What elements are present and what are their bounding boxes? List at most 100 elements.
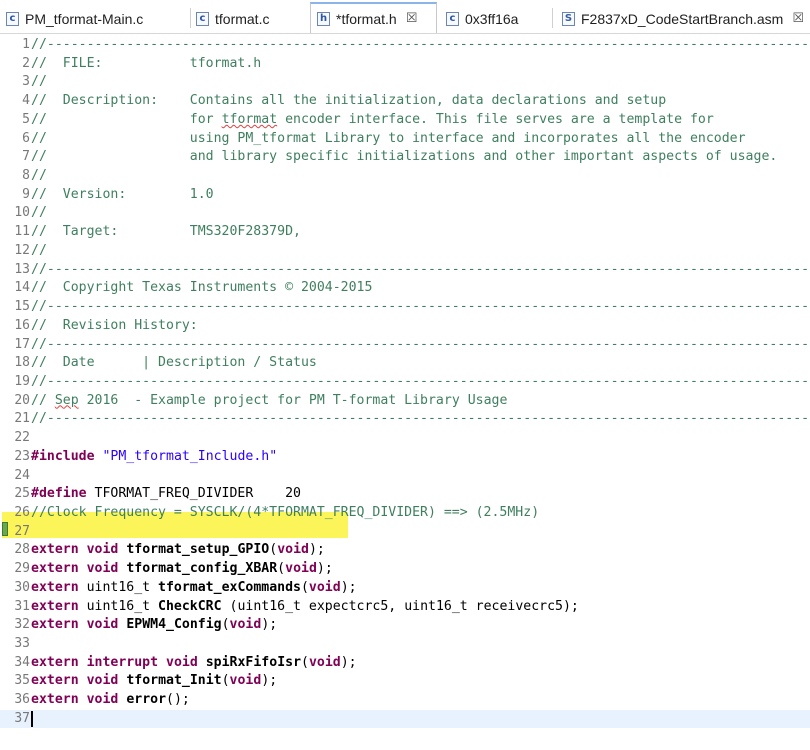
- code-token: //--------------------------------------…: [31, 37, 810, 52]
- tab-tformat-h[interactable]: h *tformat.h ☒: [310, 2, 437, 33]
- code-token: void: [285, 561, 317, 577]
- code-token: tformat_config_XBAR: [126, 561, 278, 577]
- code-line[interactable]: 12//: [0, 242, 810, 260]
- code-token: extern: [31, 561, 79, 577]
- code-token: );: [308, 542, 325, 558]
- line-code: extern uint16_t tformat_exCommands(void)…: [31, 579, 357, 597]
- line-number: 2: [22, 55, 30, 71]
- code-line[interactable]: 18// Date | Description / Status: [0, 354, 810, 372]
- code-line[interactable]: 26//Clock Frequency = SYSCLK/(4*TFORMAT_…: [0, 504, 810, 522]
- line-number: 30: [14, 579, 30, 595]
- tab-label: tformat.c: [215, 10, 270, 27]
- code-token: #define: [31, 486, 87, 502]
- line-number: 32: [14, 617, 30, 633]
- code-line[interactable]: 3//: [0, 73, 810, 91]
- code-line[interactable]: 30 extern uint16_t tformat_exCommands(voi…: [0, 579, 810, 597]
- code-token: extern: [31, 579, 79, 595]
- line-code: // Target: TMS320F28379D,: [31, 223, 301, 241]
- code-line[interactable]: 7// and library specific initializations…: [0, 148, 810, 166]
- editor-tab-bar: c PM_tformat-Main.c c tformat.c h *tform…: [0, 0, 810, 34]
- line-code: // Revision History:: [31, 317, 198, 335]
- line-number: 7: [22, 149, 30, 165]
- code-token: 2016 - Example project for PM T-format L…: [78, 392, 508, 408]
- code-line[interactable]: 15//------------------------------------…: [0, 298, 810, 316]
- code-token: extern: [31, 654, 79, 670]
- code-token: );: [261, 617, 278, 633]
- code-token: // Copyright Texas Instruments © 2004-20…: [31, 280, 373, 296]
- code-line[interactable]: 8//: [0, 167, 810, 185]
- code-line[interactable]: 10//: [0, 204, 810, 222]
- code-token: void: [86, 673, 119, 689]
- code-line[interactable]: 16// Revision History:: [0, 317, 810, 335]
- code-line[interactable]: 24: [0, 467, 810, 485]
- code-token: //--------------------------------------…: [31, 411, 810, 427]
- code-line[interactable]: 34 extern interrupt void spiRxFifoIsr(voi…: [0, 654, 810, 672]
- code-line[interactable]: 9// Version: 1.0: [0, 186, 810, 204]
- code-token: extern: [31, 673, 79, 689]
- code-token: interrupt: [86, 654, 159, 670]
- code-editor[interactable]: 1//-------------------------------------…: [0, 34, 810, 750]
- code-line[interactable]: 22: [0, 429, 810, 447]
- code-token: //--------------------------------------…: [31, 299, 810, 315]
- code-token: extern: [31, 598, 79, 614]
- code-token: extern: [31, 542, 79, 558]
- code-token: tformat_Init: [126, 673, 222, 689]
- code-line[interactable]: 37: [0, 709, 810, 728]
- code-token: //--------------------------------------…: [31, 336, 810, 352]
- code-token: //: [31, 242, 47, 258]
- code-line[interactable]: 4// Description: Contains all the initia…: [0, 92, 810, 110]
- code-token: //: [31, 392, 55, 408]
- code-token: //--------------------------------------…: [31, 261, 810, 277]
- line-number: 8: [22, 168, 30, 184]
- line-number: 20: [14, 392, 30, 408]
- code-token: uint16_t: [78, 579, 159, 595]
- code-line[interactable]: 31 extern uint16_t CheckCRC (uint16_t exp…: [0, 598, 810, 616]
- code-line[interactable]: 1//-------------------------------------…: [0, 36, 810, 54]
- code-token: void: [308, 654, 341, 670]
- code-line[interactable]: 23 #include "PM_tformat_Include.h": [0, 448, 810, 466]
- line-number: 31: [14, 598, 30, 614]
- code-line[interactable]: 6// using PM_tformat Library to interfac…: [0, 130, 810, 148]
- tab-0x3ff16a[interactable]: c 0x3ff16a: [446, 4, 542, 33]
- code-line[interactable]: 29 extern void tformat_config_XBAR(void);: [0, 560, 810, 578]
- code-token: // and library specific initializations …: [31, 149, 778, 165]
- code-line[interactable]: 25 #define TFORMAT_FREQ_DIVIDER 20: [0, 485, 810, 503]
- code-line[interactable]: 33: [0, 635, 810, 653]
- tab-pm-tformat-main-c[interactable]: c PM_tformat-Main.c: [6, 4, 188, 33]
- code-line[interactable]: 28 extern void tformat_setup_GPIO(void);: [0, 541, 810, 559]
- tab-divider: [552, 8, 553, 28]
- code-token: uint16_t: [78, 598, 159, 614]
- close-icon[interactable]: ☒: [406, 11, 418, 26]
- code-line[interactable]: 19//------------------------------------…: [0, 373, 810, 391]
- tab-tformat-c[interactable]: c tformat.c: [196, 4, 306, 33]
- code-line[interactable]: 14// Copyright Texas Instruments © 2004-…: [0, 279, 810, 297]
- code-token: error: [126, 692, 167, 708]
- line-code: extern void error();: [31, 691, 190, 709]
- code-token: //: [31, 74, 47, 90]
- code-line[interactable]: 13//------------------------------------…: [0, 261, 810, 279]
- code-line[interactable]: 36 extern void error();: [0, 691, 810, 709]
- code-token: void: [229, 673, 262, 689]
- line-code: extern void tformat_Init(void);: [31, 672, 277, 690]
- tab-f2837xd-codestartbranch-asm[interactable]: S F2837xD_CodeStartBranch.asm ☒: [562, 4, 810, 33]
- code-token: );: [340, 579, 357, 595]
- close-icon[interactable]: ☒: [792, 11, 804, 26]
- code-line[interactable]: 5// for tformat encoder interface. This …: [0, 111, 810, 129]
- code-token: // using PM_tformat Library to interface…: [31, 130, 746, 146]
- code-line[interactable]: 21//------------------------------------…: [0, 410, 810, 428]
- code-line[interactable]: 20// Sep 2016 - Example project for PM T…: [0, 392, 810, 410]
- code-line[interactable]: 2// FILE: tformat.h: [0, 55, 810, 73]
- line-code: //--------------------------------------…: [31, 36, 810, 54]
- code-token: tformat_exCommands: [158, 579, 301, 595]
- line-number: 5: [22, 111, 30, 127]
- code-line[interactable]: 32 extern void EPWM4_Config(void);: [0, 616, 810, 634]
- code-token: void: [277, 542, 309, 558]
- code-line[interactable]: 17//------------------------------------…: [0, 336, 810, 354]
- code-line[interactable]: 11// Target: TMS320F28379D,: [0, 223, 810, 241]
- code-line[interactable]: 27: [0, 523, 810, 541]
- code-line[interactable]: 35 extern void tformat_Init(void);: [0, 672, 810, 690]
- line-number: 22: [14, 430, 30, 446]
